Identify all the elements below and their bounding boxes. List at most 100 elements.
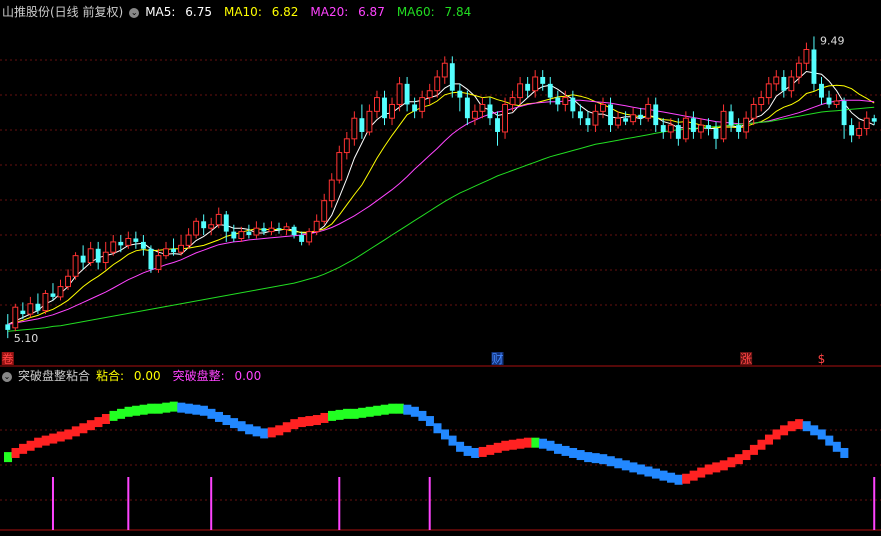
indicator-dot	[546, 440, 555, 451]
candle-body	[396, 83, 403, 105]
indicator-dot	[373, 405, 382, 416]
candle-body	[871, 118, 877, 122]
indicator-dot	[629, 462, 638, 473]
indicator-dot	[214, 411, 223, 422]
candle-body	[706, 125, 711, 129]
candle-body	[133, 238, 139, 242]
candle-body	[382, 97, 387, 119]
indicator-dot	[418, 410, 427, 421]
candle-body	[728, 111, 734, 126]
indicator-dot	[343, 408, 352, 419]
indicator-dot	[591, 453, 600, 464]
candle-body	[12, 306, 19, 329]
candle-body	[517, 83, 524, 99]
indicator-dot	[734, 454, 743, 465]
indicator-dot	[576, 450, 585, 461]
candle-body	[690, 118, 696, 132]
indicator-dot	[531, 437, 540, 448]
indicator-dot	[222, 415, 231, 426]
settings-circle-icon[interactable]: ⌄	[2, 371, 12, 382]
indicator-dot	[825, 435, 834, 446]
indicator-dot	[41, 435, 50, 446]
indicator-dot	[810, 425, 819, 436]
indicator-dot	[802, 421, 811, 432]
indicator-dot	[636, 464, 645, 475]
candle-body	[540, 76, 546, 84]
candle-body	[819, 83, 824, 98]
indicator-dot	[403, 404, 412, 415]
indicator-dot	[4, 452, 13, 463]
ma60-label: MA60: 7.84	[396, 5, 472, 19]
candle-body	[682, 117, 689, 140]
candle-body	[570, 97, 576, 112]
chart-canvas[interactable]: 9.49 5.10卷 财 涨 $	[0, 0, 881, 536]
candle-body	[638, 114, 644, 119]
ma5-label: MA5: 6.75	[145, 5, 212, 19]
ma10-label: MA10: 6.82	[223, 5, 299, 19]
candle-body	[268, 227, 275, 233]
indicator-dot	[742, 450, 751, 461]
indicator-dot	[561, 445, 570, 456]
indicator-dot	[486, 444, 495, 455]
candle-body	[495, 118, 500, 132]
indicator-dot	[177, 402, 186, 413]
indicator-dot	[19, 443, 28, 454]
candle-body	[351, 117, 358, 140]
candle-body	[42, 292, 49, 312]
indicator-dot	[327, 410, 337, 421]
indicator-dot	[697, 467, 706, 478]
candle-body	[841, 101, 847, 126]
indicator-dot	[817, 429, 826, 440]
indicator-dot	[267, 427, 276, 438]
indicator-dot	[252, 426, 261, 437]
indicator-dot	[614, 458, 623, 469]
candle-body	[328, 179, 335, 202]
candle-body	[667, 124, 674, 133]
indicator-dot	[538, 438, 547, 449]
candle-body	[811, 49, 817, 84]
indicator-dot	[358, 407, 367, 418]
candle-body	[80, 255, 86, 263]
candle-body	[102, 251, 109, 264]
indicator-dot	[621, 460, 630, 471]
indicator-dot	[207, 408, 216, 419]
indicator-dot	[79, 423, 88, 434]
indicator-dot	[425, 416, 434, 427]
candle-body	[697, 124, 704, 133]
indicator-dot	[117, 408, 126, 419]
settings-circle-icon[interactable]: ⌄	[129, 7, 140, 18]
candle-body	[313, 220, 320, 233]
candle-body	[306, 231, 313, 243]
candle-body	[849, 125, 855, 136]
indicator-dot	[71, 426, 80, 437]
candle-body	[299, 235, 305, 242]
nianhe-label: 粘合: 0.00	[96, 369, 161, 383]
indicator-dot	[463, 445, 472, 456]
candle-body	[201, 221, 207, 229]
indicator-dot	[478, 446, 487, 457]
indicator-dot	[395, 403, 404, 414]
candle-body	[426, 90, 433, 99]
candle-body	[487, 104, 493, 119]
candle-body	[283, 226, 290, 231]
candle-body	[720, 110, 727, 140]
indicator-dot	[305, 416, 314, 427]
candle-body	[238, 231, 245, 239]
candle-body	[449, 63, 455, 91]
candle-body	[215, 213, 222, 226]
candle-body	[630, 114, 637, 123]
candle-body	[208, 224, 215, 229]
indicator-dot	[365, 406, 374, 417]
indicator-dot	[471, 447, 480, 458]
indicator-dot	[297, 417, 306, 428]
candle-body	[615, 117, 622, 126]
tupo-label: 突破盘整: 0.00	[172, 369, 262, 383]
candle-body	[155, 255, 162, 270]
candle-body	[471, 110, 478, 119]
indicator-dot	[282, 422, 291, 433]
candle-body	[27, 303, 34, 315]
high-price-label: 9.49	[820, 34, 845, 47]
candle-body	[623, 118, 629, 122]
candle-body	[509, 97, 516, 105]
indicator-dot	[516, 438, 525, 449]
